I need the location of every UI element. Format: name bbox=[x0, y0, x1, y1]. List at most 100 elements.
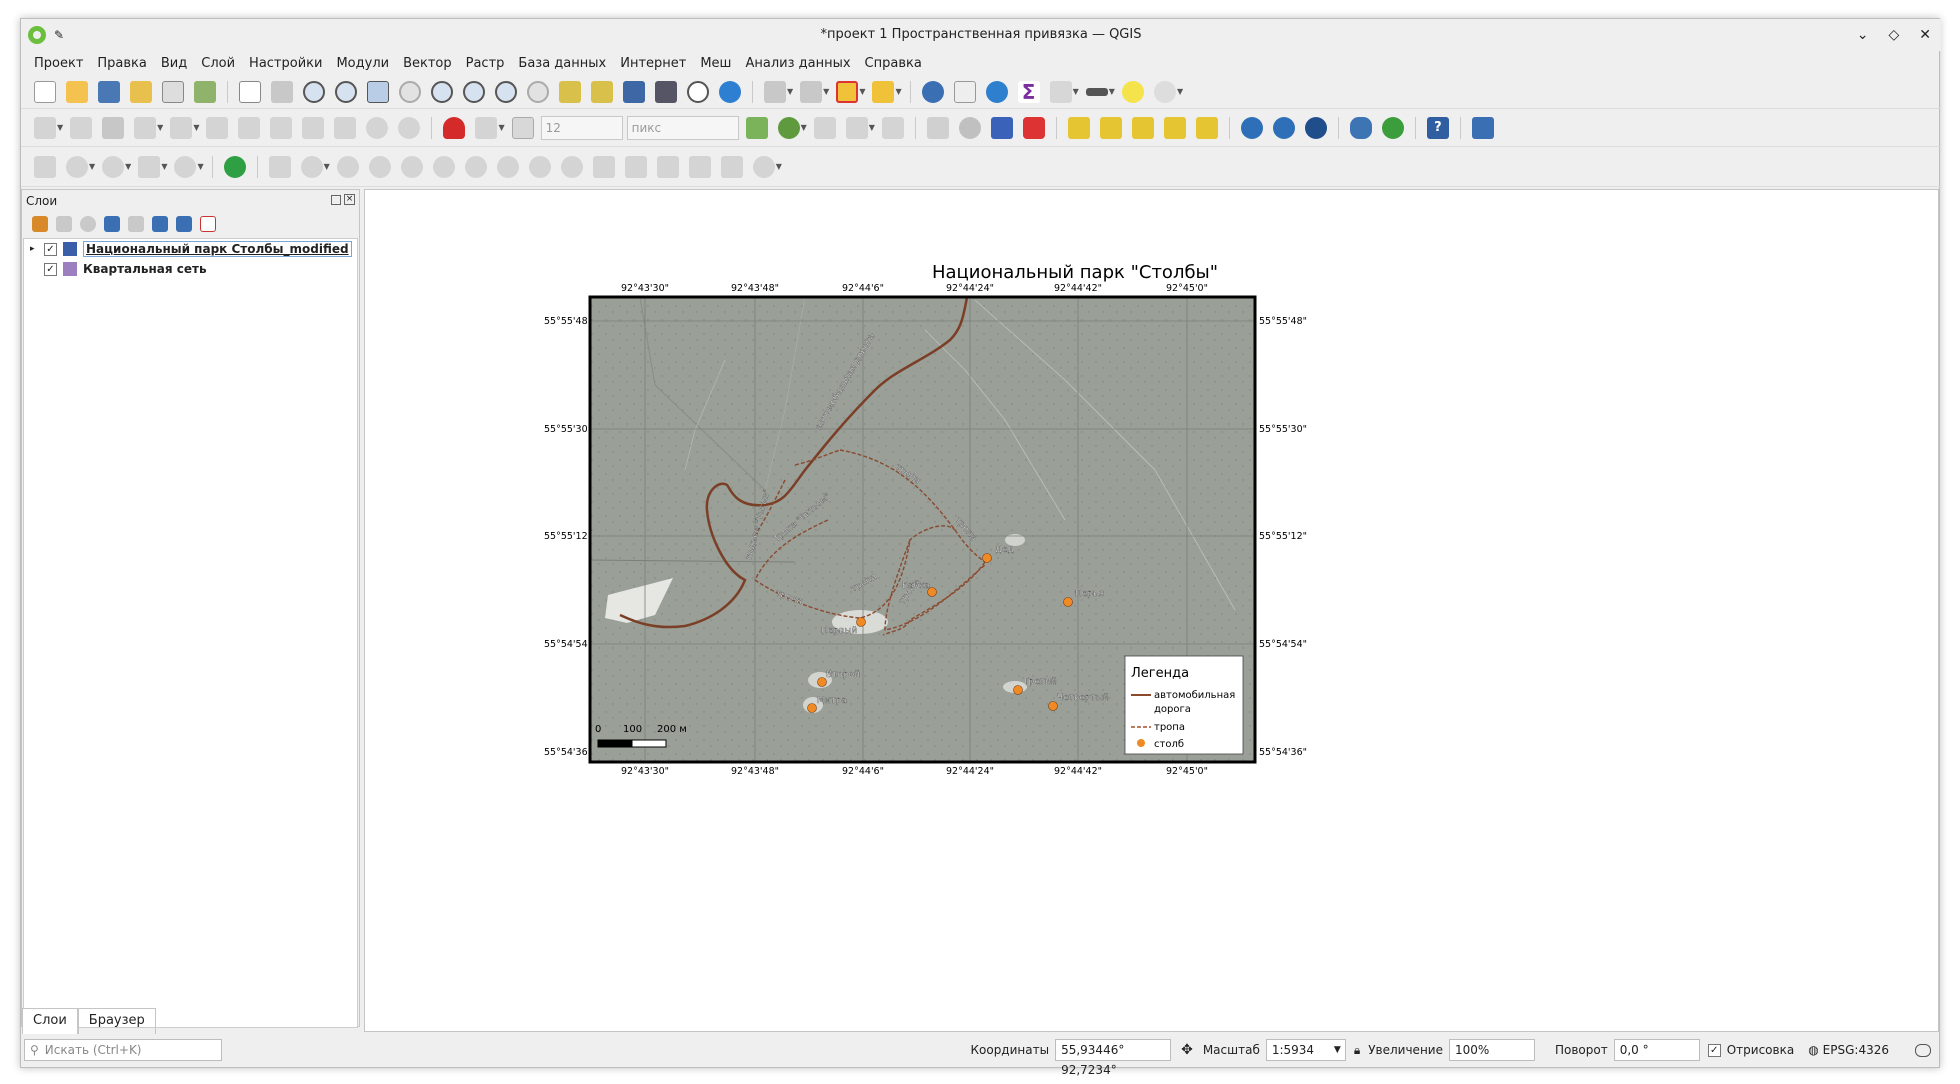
menu-view[interactable]: Вид bbox=[154, 56, 194, 71]
share-icon[interactable] bbox=[223, 155, 246, 178]
field-calculator-icon[interactable] bbox=[1049, 80, 1072, 103]
zoom-full-icon[interactable] bbox=[367, 80, 389, 103]
processing-toolbox-icon[interactable] bbox=[985, 80, 1008, 103]
menu-database[interactable]: База данных bbox=[511, 56, 613, 71]
select-location-icon[interactable] bbox=[872, 80, 895, 103]
trace-icon[interactable] bbox=[813, 116, 836, 139]
map-canvas[interactable]: Национальный парк "Столбы" автомобильная… bbox=[364, 189, 1939, 1032]
magnifier-spinbox[interactable]: 100% bbox=[1448, 1039, 1535, 1061]
vertex-tool-icon[interactable] bbox=[170, 116, 193, 139]
globe-settings-icon[interactable] bbox=[1272, 116, 1295, 139]
zoom-native-icon[interactable] bbox=[463, 80, 485, 103]
add-part-icon[interactable] bbox=[66, 155, 88, 178]
scale-combo[interactable]: 1:5934 ▼ bbox=[1265, 1039, 1346, 1061]
zoom-in-icon[interactable] bbox=[303, 80, 325, 103]
fill-ring-icon[interactable] bbox=[102, 155, 125, 178]
cut-icon[interactable] bbox=[270, 116, 293, 139]
layer-row[interactable]: ✓ Квартальная сеть bbox=[24, 259, 357, 279]
style-layer-icon[interactable] bbox=[32, 216, 48, 232]
modify-attributes-icon[interactable] bbox=[206, 116, 229, 139]
save-edits-icon[interactable] bbox=[102, 116, 125, 139]
rotate-point-icon[interactable] bbox=[496, 155, 519, 178]
zoom-next-icon[interactable] bbox=[527, 80, 549, 103]
print-layout-icon[interactable] bbox=[162, 80, 184, 103]
close-panel-icon[interactable]: × bbox=[344, 194, 355, 205]
statistics-icon[interactable]: Σ bbox=[1017, 80, 1040, 103]
snapping-magnet-icon[interactable] bbox=[443, 116, 466, 139]
menu-settings[interactable]: Настройки bbox=[242, 56, 329, 71]
globe-crs-icon[interactable]: ◍ bbox=[1808, 1043, 1818, 1057]
reshape-icon[interactable] bbox=[268, 155, 291, 178]
split-features-icon[interactable] bbox=[368, 155, 391, 178]
messages-icon[interactable] bbox=[1915, 1043, 1931, 1057]
layer-name[interactable]: Национальный парк Столбы_modified bbox=[83, 241, 352, 257]
expand-all-icon[interactable] bbox=[152, 216, 168, 232]
add-group-icon[interactable] bbox=[56, 216, 72, 232]
deselect-icon[interactable] bbox=[836, 80, 859, 103]
label-settings-icon[interactable] bbox=[990, 116, 1013, 139]
menu-raster[interactable]: Растр bbox=[459, 56, 512, 71]
pillar-point[interactable] bbox=[856, 617, 866, 627]
menu-help[interactable]: Справка bbox=[858, 56, 929, 71]
georeferencer-icon[interactable] bbox=[1471, 116, 1494, 139]
map-tips-icon[interactable] bbox=[1121, 80, 1144, 103]
scale-feature-icon[interactable] bbox=[720, 155, 743, 178]
close-button[interactable]: ✕ bbox=[1919, 27, 1931, 43]
digitize-icon[interactable] bbox=[134, 116, 157, 139]
zoom-layer-icon[interactable] bbox=[431, 80, 453, 103]
layer-visibility-checkbox[interactable]: ✓ bbox=[44, 242, 57, 256]
toggle-editing-icon[interactable] bbox=[70, 116, 93, 139]
advanced-digitizing-icon[interactable] bbox=[881, 116, 904, 139]
bookmarks-icon[interactable] bbox=[655, 80, 677, 103]
tab-browser[interactable]: Браузер bbox=[77, 1008, 156, 1034]
menu-vector[interactable]: Вектор bbox=[396, 56, 459, 71]
refresh-icon[interactable] bbox=[719, 80, 741, 103]
trim-extend-icon[interactable] bbox=[592, 155, 615, 178]
filter-legend-icon[interactable] bbox=[104, 216, 120, 232]
menu-plugins[interactable]: Модули bbox=[329, 56, 396, 71]
new-project-icon[interactable] bbox=[34, 80, 56, 103]
pillar-point[interactable] bbox=[982, 553, 992, 563]
layer-row[interactable]: ▸ ✓ Национальный парк Столбы_modified bbox=[24, 239, 357, 259]
minimize-button[interactable]: ⌄ bbox=[1857, 27, 1869, 43]
snapping-tolerance-input[interactable]: 12 bbox=[540, 115, 623, 140]
toggle-extents-icon[interactable]: ✥ bbox=[1181, 1042, 1193, 1058]
pillar-point[interactable] bbox=[1063, 597, 1073, 607]
globe-3d-icon[interactable] bbox=[1304, 116, 1327, 139]
identify-icon[interactable] bbox=[921, 80, 944, 103]
curve-icon[interactable] bbox=[528, 155, 551, 178]
tab-layers[interactable]: Слои bbox=[22, 1008, 78, 1034]
delete-selected-icon[interactable] bbox=[238, 116, 261, 139]
pin-labels-icon[interactable] bbox=[1067, 116, 1090, 139]
globe-add-icon[interactable] bbox=[1240, 116, 1263, 139]
zoom-last-icon[interactable] bbox=[495, 80, 517, 103]
filter-expression-icon[interactable] bbox=[128, 216, 144, 232]
copy-move-icon[interactable] bbox=[656, 155, 679, 178]
new-map-view-icon[interactable] bbox=[559, 80, 581, 103]
transform-icon[interactable] bbox=[752, 155, 775, 178]
snapping-type-icon[interactable] bbox=[511, 116, 534, 139]
self-snapping-icon[interactable] bbox=[845, 116, 868, 139]
pillar-point[interactable] bbox=[1013, 685, 1023, 695]
menu-layer[interactable]: Слой bbox=[194, 56, 242, 71]
menu-processing[interactable]: Анализ данных bbox=[738, 56, 857, 71]
remove-layer-icon[interactable] bbox=[200, 216, 216, 232]
undo-icon[interactable] bbox=[366, 116, 389, 139]
locator-icon[interactable] bbox=[1153, 80, 1176, 103]
coords-field[interactable]: 55,93446° 92,7234° bbox=[1055, 1039, 1172, 1077]
add-ring-icon[interactable] bbox=[34, 155, 56, 178]
paste-icon[interactable] bbox=[334, 116, 357, 139]
help-icon[interactable]: ? bbox=[1426, 116, 1449, 139]
labeling-icon[interactable] bbox=[926, 116, 949, 139]
attribute-table-icon[interactable] bbox=[953, 80, 976, 103]
zoom-selection-icon[interactable] bbox=[399, 80, 421, 103]
menu-project[interactable]: Проект bbox=[27, 56, 90, 71]
reverse-line-icon[interactable] bbox=[560, 155, 583, 178]
diagram-icon[interactable] bbox=[958, 116, 981, 139]
label-off-icon[interactable] bbox=[1022, 116, 1045, 139]
change-label-icon[interactable] bbox=[1195, 116, 1218, 139]
pan-to-selection-icon[interactable] bbox=[271, 80, 293, 103]
simplify-icon[interactable] bbox=[336, 155, 359, 178]
delete-part-icon[interactable] bbox=[174, 155, 197, 178]
redo-icon[interactable] bbox=[398, 116, 421, 139]
